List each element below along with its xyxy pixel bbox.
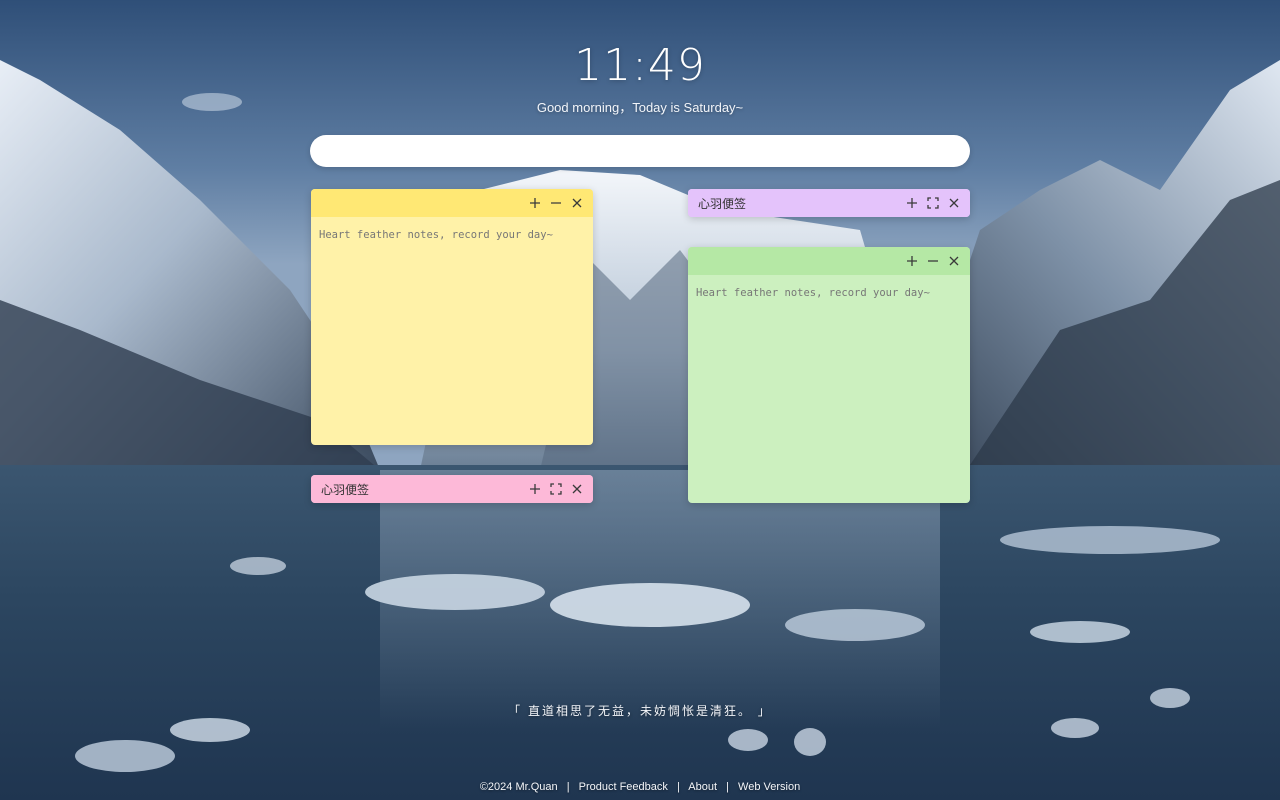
footer-separator: | [566, 781, 570, 793]
greeting-text: Good morning，Today is Saturday~ [536, 100, 744, 115]
expand-icon[interactable] [923, 193, 943, 213]
footer-separator: | [676, 781, 680, 793]
footer-copyright: ©2024 Mr.Quan [479, 781, 558, 793]
footer-link-feedback[interactable]: Product Feedback [579, 781, 668, 793]
plus-icon[interactable] [525, 479, 545, 499]
note-header[interactable]: 心羽便签 [688, 189, 970, 217]
search-input[interactable] [310, 135, 970, 167]
note-text-area[interactable]: Heart feather notes, record your day~ [311, 217, 593, 445]
expand-icon[interactable] [546, 479, 566, 499]
note-text-area[interactable]: Heart feather notes, record your day~ [688, 275, 970, 503]
background-landscape [0, 0, 1280, 800]
note-title: 心羽便签 [698, 196, 747, 211]
close-icon[interactable] [567, 479, 587, 499]
sticky-note-pink: 心羽便签 [311, 475, 593, 503]
minus-icon[interactable] [923, 251, 943, 271]
note-title: 心羽便签 [321, 482, 370, 497]
close-icon[interactable] [567, 193, 587, 213]
clock-time: 11:49 [574, 40, 706, 91]
footer-link-web-version[interactable]: Web Version [738, 781, 800, 793]
daily-quote: 「 直道相思了无益，未妨惆怅是清狂。 」 [508, 704, 772, 718]
minus-icon[interactable] [546, 193, 566, 213]
sticky-note-yellow: Heart feather notes, record your day~ [311, 189, 593, 445]
footer-separator: | [726, 781, 729, 793]
footer-link-about[interactable]: About [688, 781, 717, 793]
note-header[interactable] [311, 189, 593, 217]
footer: ©2024 Mr.Quan | Product Feedback | About… [0, 781, 1280, 793]
sticky-note-purple: 心羽便签 [688, 189, 970, 217]
plus-icon[interactable] [902, 251, 922, 271]
close-icon[interactable] [944, 193, 964, 213]
sticky-note-green: Heart feather notes, record your day~ [688, 247, 970, 503]
close-icon[interactable] [944, 251, 964, 271]
plus-icon[interactable] [902, 193, 922, 213]
note-header[interactable]: 心羽便签 [311, 475, 593, 503]
note-header[interactable] [688, 247, 970, 275]
plus-icon[interactable] [525, 193, 545, 213]
